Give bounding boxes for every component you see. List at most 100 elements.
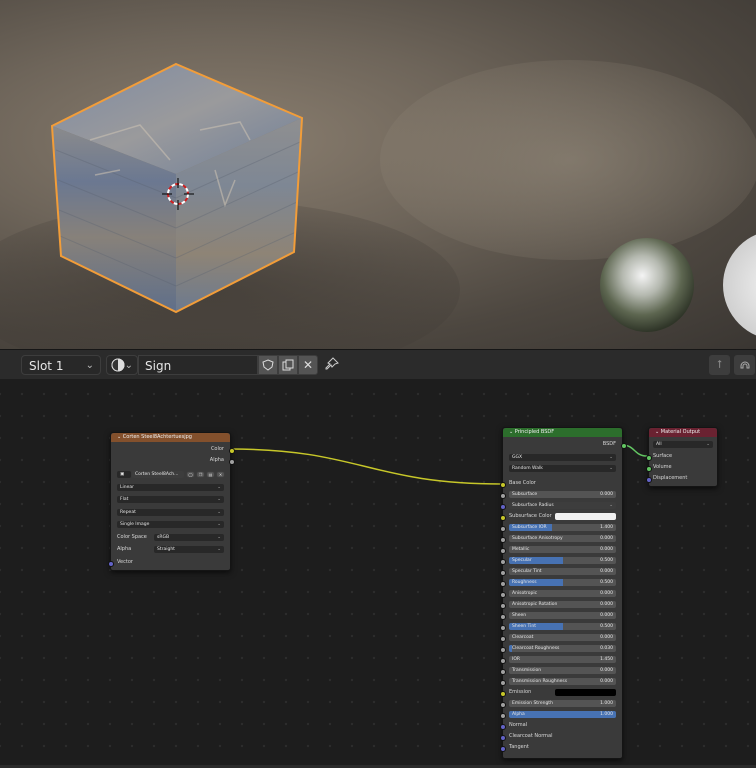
clearcoat-slider[interactable]: Clearcoat 0.000 <box>509 634 616 641</box>
3d-viewport[interactable] <box>0 0 756 349</box>
input-socket-clearcoat-normal[interactable] <box>500 735 506 741</box>
input-socket[interactable] <box>500 669 506 675</box>
output-socket-bsdf[interactable] <box>621 443 627 449</box>
specular-slider[interactable]: Specular 0.500 <box>509 557 616 564</box>
input-socket[interactable] <box>500 537 506 543</box>
shield-icon <box>262 359 274 371</box>
node-header[interactable]: ⌄ Corten Steel8Achtertuesjpg <box>111 433 230 442</box>
parent-node-tree-button[interactable]: ⭡ <box>709 355 730 375</box>
unlink-material-button[interactable]: ✕ <box>298 355 318 375</box>
input-socket-subsurface-radius[interactable] <box>500 504 506 510</box>
clearcoat-roughness-slider[interactable]: Clearcoat Roughness 0.030 <box>509 645 616 652</box>
input-socket-emission[interactable] <box>500 691 506 697</box>
input-clearcoat-normal: Clearcoat Normal <box>509 733 553 739</box>
target-dropdown[interactable]: All ⌄ <box>653 441 713 448</box>
output-socket-color[interactable] <box>229 448 235 454</box>
subsurface-radius-dropdown[interactable]: Subsurface Radius ⌄ <box>509 502 616 509</box>
input-socket[interactable] <box>500 636 506 642</box>
input-socket-displacement[interactable] <box>646 477 652 483</box>
emission-strength-slider[interactable]: Emission Strength 1.000 <box>509 700 616 707</box>
input-socket[interactable] <box>500 559 506 565</box>
emission-color-swatch[interactable] <box>555 689 616 696</box>
input-socket-subsurface[interactable] <box>500 493 506 499</box>
transmission-slider[interactable]: Transmission 0.000 <box>509 667 616 674</box>
input-socket-subsurface-color[interactable] <box>500 515 506 521</box>
input-socket-surface[interactable] <box>646 455 652 461</box>
transmission-roughness-slider[interactable]: Transmission Roughness 0.000 <box>509 678 616 685</box>
snap-button[interactable] <box>734 355 755 375</box>
input-socket[interactable] <box>500 570 506 576</box>
input-socket[interactable] <box>500 526 506 532</box>
subsurface-slider[interactable]: Subsurface 0.000 <box>509 491 616 498</box>
input-socket[interactable] <box>500 625 506 631</box>
input-socket[interactable] <box>500 713 506 719</box>
input-socket[interactable] <box>500 548 506 554</box>
input-socket[interactable] <box>500 702 506 708</box>
input-socket[interactable] <box>500 592 506 598</box>
close-icon[interactable]: ✕ <box>216 471 225 478</box>
subsurface-color-swatch[interactable] <box>555 513 616 520</box>
input-volume: Volume <box>653 464 672 470</box>
node-title: Corten Steel8Achtertuesjpg <box>122 434 192 440</box>
output-socket-alpha[interactable] <box>229 459 235 465</box>
input-socket-volume[interactable] <box>646 466 652 472</box>
alpha-mode-dropdown[interactable]: Straight ⌄ <box>154 546 224 553</box>
input-socket-base-color[interactable] <box>500 482 506 488</box>
fake-user-icon[interactable]: ◯ <box>186 471 195 478</box>
input-socket-tangent[interactable] <box>500 746 506 752</box>
material-name: Sign <box>145 359 172 373</box>
material-output-node[interactable]: ⌄ Material Output All ⌄ Surface Volume Di… <box>646 427 718 487</box>
roughness-slider[interactable]: Roughness 0.500 <box>509 579 616 586</box>
material-browse-button[interactable]: ⌄ <box>106 355 138 375</box>
input-socket[interactable] <box>500 603 506 609</box>
ior-slider[interactable]: IOR 1.450 <box>509 656 616 663</box>
slot-dropdown[interactable]: Slot 1 ⌄ <box>21 355 101 375</box>
sheen-tint-slider[interactable]: Sheen Tint 0.500 <box>509 623 616 630</box>
new-material-button[interactable] <box>278 355 298 375</box>
source-dropdown[interactable]: Single Image ⌄ <box>117 521 224 528</box>
interpolation-dropdown[interactable]: Linear ⌄ <box>117 484 224 491</box>
specular-tint-slider[interactable]: Specular Tint 0.000 <box>509 568 616 575</box>
node-title: Principled BSDF <box>514 429 555 435</box>
principled-bsdf-node[interactable]: ⌄ Principled BSDF BSDF GGX ⌄ Random Walk ⌄… <box>500 427 627 759</box>
input-socket[interactable] <box>500 680 506 686</box>
input-base-color: Base Color <box>509 480 536 486</box>
subsurface-anisotropy-slider[interactable]: Subsurface Anisotropy 0.000 <box>509 535 616 542</box>
alpha-slider[interactable]: Alpha 1.000 <box>509 711 616 718</box>
subsurface-method-dropdown[interactable]: Random Walk ⌄ <box>509 465 616 472</box>
duplicate-icon[interactable]: ❐ <box>196 471 205 478</box>
anisotropic-rotation-slider[interactable]: Anisotropic Rotation 0.000 <box>509 601 616 608</box>
image-icon: ▣ <box>120 472 125 477</box>
anisotropic-slider[interactable]: Anisotropic 0.000 <box>509 590 616 597</box>
extension-dropdown[interactable]: Repeat ⌄ <box>117 509 224 516</box>
input-socket[interactable] <box>500 647 506 653</box>
pin-button[interactable] <box>324 356 342 374</box>
input-surface: Surface <box>653 453 673 459</box>
input-socket[interactable] <box>500 658 506 664</box>
image-texture-node[interactable]: ⌄ Corten Steel8Achtertuesjpg Color Alpha… <box>108 432 235 571</box>
node-header[interactable]: ⌄ Principled BSDF <box>503 428 622 437</box>
image-browse-button[interactable]: ▣ <box>117 471 131 478</box>
distribution-dropdown[interactable]: GGX ⌄ <box>509 454 616 461</box>
node-editor-header: Slot 1 ⌄ ⌄ Sign ✕ ⭡ <box>0 349 756 380</box>
material-name-field[interactable]: Sign <box>138 355 258 375</box>
viewport-scene <box>50 62 756 336</box>
input-socket[interactable] <box>500 614 506 620</box>
material-sphere-icon <box>111 358 125 372</box>
open-file-icon[interactable]: ▤ <box>206 471 215 478</box>
magnet-icon <box>740 361 749 369</box>
output-bsdf: BSDF <box>602 441 616 447</box>
metallic-slider[interactable]: Metallic 0.000 <box>509 546 616 553</box>
fake-user-button[interactable] <box>258 355 278 375</box>
node-header[interactable]: ⌄ Material Output <box>649 428 717 437</box>
subsurface-ior-slider[interactable]: Subsurface IOR 1.400 <box>509 524 616 531</box>
image-name-field[interactable]: Corten Steel8Ach... <box>132 471 184 478</box>
input-socket[interactable] <box>500 581 506 587</box>
input-socket-normal[interactable] <box>500 724 506 730</box>
input-socket-vector[interactable] <box>108 561 114 567</box>
chevron-down-icon: ⌄ <box>85 360 94 371</box>
sheen-slider[interactable]: Sheen 0.000 <box>509 612 616 619</box>
color-space-dropdown[interactable]: sRGB ⌄ <box>154 534 224 541</box>
node-editor-canvas[interactable]: ⌄ Corten Steel8Achtertuesjpg Color Alpha… <box>0 379 756 768</box>
projection-dropdown[interactable]: Flat ⌄ <box>117 496 224 503</box>
